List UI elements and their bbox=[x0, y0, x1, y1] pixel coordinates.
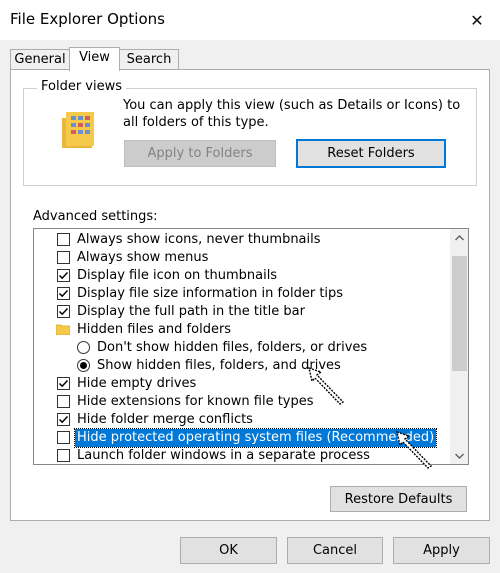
tab-search[interactable]: Search bbox=[119, 49, 179, 69]
vertical-scrollbar[interactable] bbox=[450, 229, 468, 464]
scroll-down-button[interactable] bbox=[451, 447, 468, 464]
list-item[interactable]: Display file icon on thumbnails bbox=[34, 267, 442, 285]
tab-general[interactable]: General bbox=[10, 49, 70, 69]
advanced-settings-label: Advanced settings: bbox=[33, 209, 158, 224]
list-item-label: Always show menus bbox=[77, 250, 209, 265]
tab-view[interactable]: View bbox=[69, 47, 120, 71]
file-explorer-options-window: File Explorer Options ✕ General View Sea… bbox=[0, 0, 500, 573]
chevron-down-icon bbox=[455, 453, 464, 459]
list-item-label: Show hidden files, folders, and drives bbox=[97, 358, 341, 373]
check-icon bbox=[58, 289, 69, 298]
checkbox[interactable] bbox=[57, 395, 70, 408]
mouse-cursor-icon bbox=[396, 430, 433, 469]
list-item[interactable]: Don't show hidden files, folders, or dri… bbox=[34, 339, 442, 357]
checkbox[interactable] bbox=[57, 431, 70, 444]
radio-button[interactable] bbox=[77, 341, 90, 354]
checkbox-checked[interactable] bbox=[57, 287, 70, 300]
list-item-label: Hide empty drives bbox=[77, 376, 197, 391]
apply-to-folders-button[interactable]: Apply to Folders bbox=[124, 140, 276, 167]
check-icon bbox=[58, 307, 69, 316]
close-icon: ✕ bbox=[470, 10, 484, 30]
folder-views-legend: Folder views bbox=[37, 79, 127, 94]
list-item[interactable]: Display the full path in the title bar bbox=[34, 303, 442, 321]
apply-button[interactable]: Apply bbox=[393, 537, 490, 564]
list-item-label: Hide protected operating system files (R… bbox=[73, 428, 438, 448]
restore-defaults-button[interactable]: Restore Defaults bbox=[330, 486, 467, 512]
checkbox[interactable] bbox=[57, 233, 70, 246]
cancel-button[interactable]: Cancel bbox=[287, 537, 383, 564]
checkbox-checked[interactable] bbox=[57, 269, 70, 282]
list-item-label: Always show icons, never thumbnails bbox=[77, 232, 321, 247]
list-item-label: Display file size information in folder … bbox=[77, 286, 344, 301]
checkbox-checked[interactable] bbox=[57, 413, 70, 426]
list-item-label: Hide folder merge conflicts bbox=[77, 412, 253, 427]
list-item[interactable]: Hide empty drives bbox=[34, 375, 442, 393]
check-icon bbox=[58, 379, 69, 388]
folder-icon bbox=[56, 324, 70, 335]
list-item: Hidden files and folders bbox=[34, 321, 442, 339]
list-item-label: Don't show hidden files, folders, or dri… bbox=[97, 340, 368, 355]
checkbox-checked[interactable] bbox=[57, 377, 70, 390]
reset-folders-button[interactable]: Reset Folders bbox=[296, 139, 446, 168]
list-item[interactable]: Always show icons, never thumbnails bbox=[34, 231, 442, 249]
folder-views-icon bbox=[62, 112, 94, 148]
radio-button-selected[interactable] bbox=[77, 359, 90, 372]
check-icon bbox=[58, 415, 69, 424]
tab-strip: General View Search bbox=[10, 47, 490, 71]
list-item[interactable]: Launch folder windows in a separate proc… bbox=[34, 447, 442, 464]
scroll-thumb[interactable] bbox=[452, 256, 467, 371]
list-item-label: Hide extensions for known file types bbox=[77, 394, 314, 409]
mouse-cursor-icon bbox=[308, 366, 345, 405]
title-bar: File Explorer Options ✕ bbox=[0, 0, 500, 40]
checkbox[interactable] bbox=[57, 251, 70, 264]
list-item-selected[interactable]: Hide protected operating system files (R… bbox=[34, 428, 442, 448]
checkbox[interactable] bbox=[57, 449, 70, 462]
list-item[interactable]: Show hidden files, folders, and drives bbox=[34, 357, 442, 375]
list-item-label: Hidden files and folders bbox=[77, 322, 232, 337]
list-item-label: Display the full path in the title bar bbox=[77, 304, 305, 319]
folder-views-description: You can apply this view (such as Details… bbox=[123, 98, 461, 130]
list-item-label: Display file icon on thumbnails bbox=[77, 268, 278, 283]
check-icon bbox=[58, 271, 69, 280]
scroll-up-button[interactable] bbox=[451, 229, 468, 246]
list-item[interactable]: Hide folder merge conflicts bbox=[34, 411, 442, 429]
checkbox-checked[interactable] bbox=[57, 305, 70, 318]
list-item[interactable]: Hide extensions for known file types bbox=[34, 393, 442, 411]
chevron-up-icon bbox=[455, 234, 464, 240]
window-title: File Explorer Options bbox=[10, 10, 165, 28]
list-item-label: Launch folder windows in a separate proc… bbox=[77, 448, 370, 463]
ok-button[interactable]: OK bbox=[180, 537, 277, 564]
close-button[interactable]: ✕ bbox=[454, 0, 500, 40]
list-item[interactable]: Always show menus bbox=[34, 249, 442, 267]
list-item[interactable]: Display file size information in folder … bbox=[34, 285, 442, 303]
